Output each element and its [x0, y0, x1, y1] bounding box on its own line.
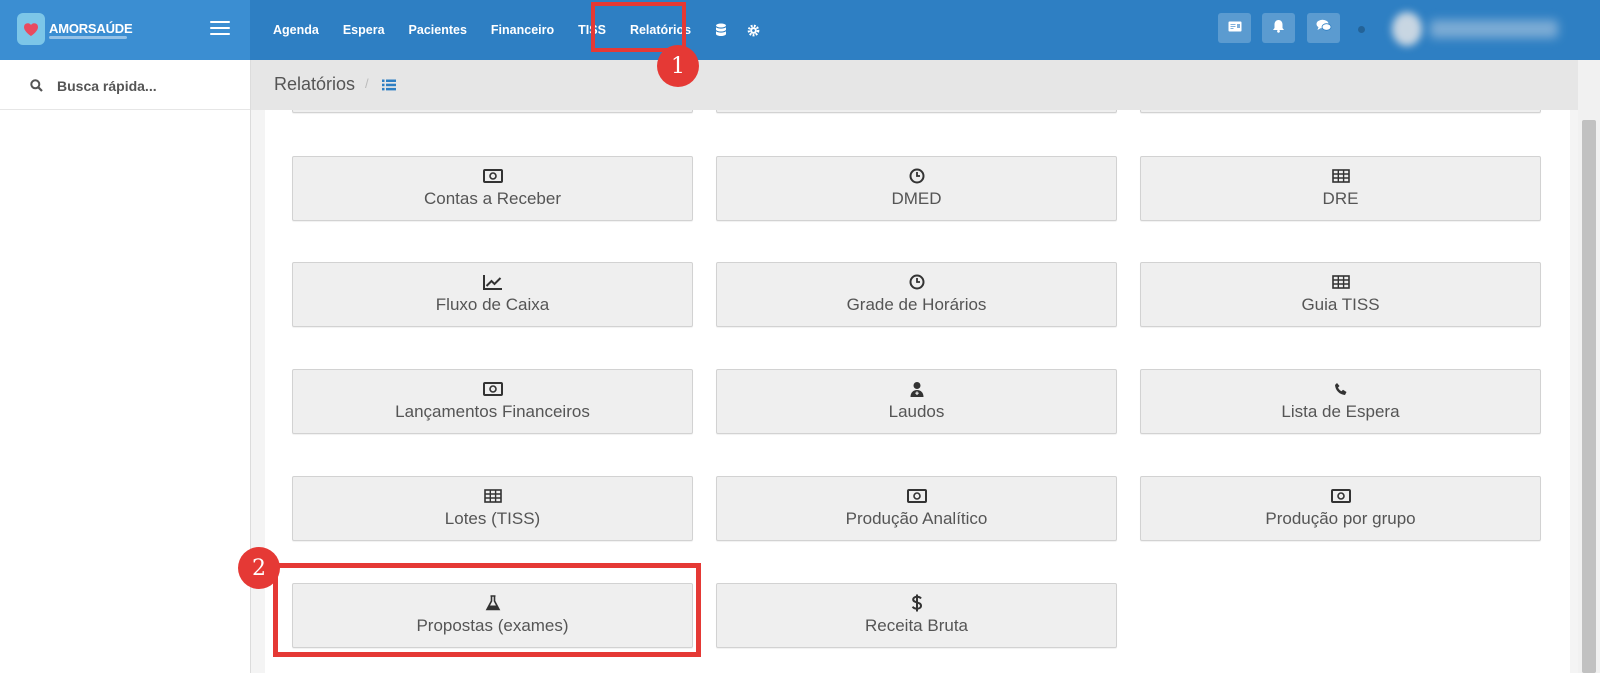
clock-icon [717, 167, 1116, 185]
top-header: AMORSAÚDE Agenda Espera Pacientes Financ… [0, 0, 1600, 60]
report-tile-laudos[interactable]: Laudos [716, 369, 1117, 434]
breadcrumb-separator: / [365, 76, 369, 91]
avatar[interactable] [1392, 12, 1422, 46]
logo-mascot-icon [17, 13, 45, 45]
user-md-icon [717, 380, 1116, 398]
report-tile-label: Laudos [888, 402, 945, 421]
nav-item-espera[interactable]: Espera [343, 23, 385, 37]
quick-search-label: Busca rápida... [57, 78, 157, 94]
money-icon [293, 380, 692, 398]
report-tile-label: Propostas (exames) [416, 616, 569, 635]
sidebar: Busca rápida... [0, 60, 251, 673]
report-tile-lista-de-espera[interactable]: Lista de Espera [1140, 369, 1541, 434]
report-tile-producao-por-grupo[interactable]: Produção por grupo [1140, 476, 1541, 541]
report-tile-guia-tiss[interactable]: Guia TISS [1140, 262, 1541, 327]
nav-item-pacientes[interactable]: Pacientes [409, 23, 467, 37]
clock-icon [717, 273, 1116, 291]
flask-icon [293, 594, 692, 612]
logo-subtitle [49, 36, 127, 39]
report-tile-lotes-tiss[interactable]: Lotes (TISS) [292, 476, 693, 541]
report-tile-dre[interactable]: DRE [1140, 156, 1541, 221]
breadcrumb: Relatórios / [251, 60, 1578, 110]
phone-icon [1141, 380, 1540, 398]
user-name-blurred[interactable] [1430, 20, 1558, 38]
logo-text: AMORSAÚDE [49, 21, 133, 36]
scrollbar-thumb[interactable] [1582, 120, 1596, 673]
nav-item-relatorios[interactable]: Relatórios [630, 23, 691, 37]
table-icon [1141, 273, 1540, 291]
money-icon [1141, 487, 1540, 505]
report-tile-dmed[interactable]: DMED [716, 156, 1117, 221]
report-tile-label: Produção Analítico [845, 509, 988, 528]
report-tile-label: Lançamentos Financeiros [395, 402, 590, 421]
quick-search[interactable]: Busca rápida... [0, 60, 250, 110]
dollar-icon [717, 594, 1116, 612]
database-icon[interactable] [715, 23, 727, 37]
comments-icon [1316, 19, 1332, 37]
report-tile-label: Contas a Receber [423, 189, 562, 208]
report-tile-label: Fluxo de Caixa [435, 295, 550, 314]
nav-item-agenda[interactable]: Agenda [273, 23, 319, 37]
search-icon [30, 79, 43, 97]
report-tile-producao-analitico[interactable]: Produção Analítico [716, 476, 1117, 541]
report-tile-label: Lotes (TISS) [444, 509, 541, 528]
bell-icon [1272, 19, 1285, 38]
report-tile-fluxo-de-caixa[interactable]: Fluxo de Caixa [292, 262, 693, 327]
status-dot [1358, 26, 1365, 33]
table-icon [293, 487, 692, 505]
report-tile-contas-a-receber[interactable]: Contas a Receber [292, 156, 693, 221]
report-tile-label: Grade de Horários [846, 295, 987, 314]
notifications-button[interactable] [1262, 13, 1295, 43]
report-tile-label: Lista de Espera [1281, 402, 1400, 421]
nav-item-financeiro[interactable]: Financeiro [491, 23, 554, 37]
money-icon [293, 167, 692, 185]
report-tile-receita-bruta[interactable]: Receita Bruta [716, 583, 1117, 648]
id-card-button[interactable] [1218, 13, 1251, 43]
gear-icon[interactable] [747, 24, 760, 37]
main-nav: Agenda Espera Pacientes Financeiro TISS … [273, 0, 780, 60]
annotation-marker-2: 2 [238, 547, 280, 589]
table-icon [1141, 167, 1540, 185]
page-title: Relatórios [274, 74, 356, 94]
content-panel [265, 60, 1570, 673]
report-tile-label: DRE [1322, 189, 1359, 208]
report-tile-propostas-exames[interactable]: Propostas (exames) [292, 583, 693, 648]
nav-item-tiss[interactable]: TISS [578, 23, 606, 37]
report-tile-label: Guia TISS [1301, 295, 1380, 314]
report-tile-label: Produção por grupo [1265, 509, 1416, 528]
report-tile-label: Receita Bruta [865, 616, 968, 635]
line-chart-icon [293, 273, 692, 291]
menu-toggle-icon[interactable] [210, 21, 230, 37]
messages-button[interactable] [1307, 13, 1340, 43]
report-tile-label: DMED [891, 189, 942, 208]
id-card-icon [1228, 19, 1242, 37]
annotation-marker-1: 1 [657, 45, 699, 87]
list-icon[interactable] [382, 78, 396, 96]
money-icon [717, 487, 1116, 505]
app-window: AMORSAÚDE Agenda Espera Pacientes Financ… [0, 0, 1600, 673]
report-tile-lancamentos-financeiros[interactable]: Lançamentos Financeiros [292, 369, 693, 434]
report-tile-grade-de-horarios[interactable]: Grade de Horários [716, 262, 1117, 327]
